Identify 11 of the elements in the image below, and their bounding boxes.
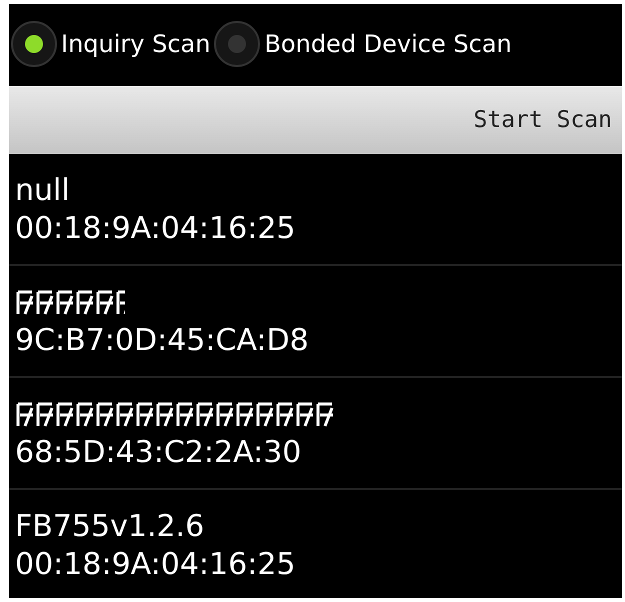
device-name: FB755v1.2.6 bbox=[15, 508, 204, 546]
device-address: 68:5D:43:C2:2A:30 bbox=[15, 434, 302, 472]
radio-button[interactable] bbox=[214, 21, 260, 67]
device-address: 00:18:9A:04:16:25 bbox=[15, 546, 296, 584]
start-scan-button[interactable]: Start Scan bbox=[9, 86, 622, 154]
device-name: null bbox=[15, 172, 70, 210]
device-address: 00:18:9A:04:16:25 bbox=[15, 210, 296, 248]
radio-button[interactable] bbox=[11, 21, 57, 67]
device-address: 9C:B7:0D:45:CA:D8 bbox=[15, 322, 309, 360]
radio-label[interactable]: Bonded Device Scan bbox=[264, 30, 512, 58]
radio-label[interactable]: Inquiry Scan bbox=[61, 30, 210, 58]
